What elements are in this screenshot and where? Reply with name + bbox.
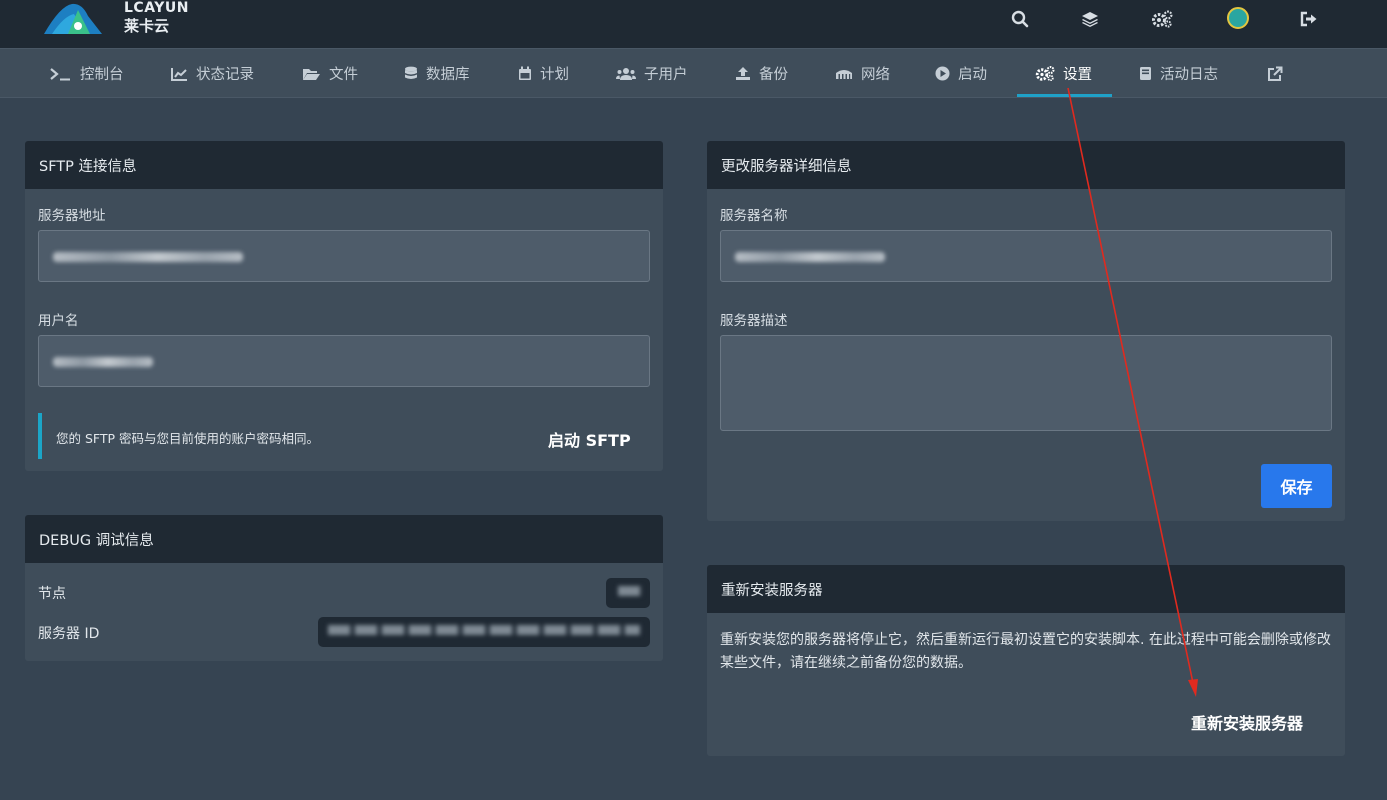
layers-icon[interactable] <box>1079 8 1101 30</box>
sftp-notice-text: 您的 SFTP 密码与您目前使用的账户密码相同。 <box>56 431 320 446</box>
tab-subusers[interactable]: 子用户 <box>616 49 688 98</box>
play-circle-icon <box>935 66 950 81</box>
top-bar: LCAYUN 莱卡云 <box>0 0 1387 48</box>
sign-out-icon[interactable] <box>1298 8 1320 30</box>
upload-icon <box>736 67 750 80</box>
tab-network-label: 网络 <box>861 67 890 83</box>
sftp-card: SFTP 连接信息 服务器地址 用户名 您的 SFTP 密码与您目前使用的账户密… <box>25 141 663 471</box>
server-description-label: 服务器描述 <box>720 313 788 329</box>
launch-sftp-button[interactable]: 启动 SFTP <box>548 427 631 451</box>
tab-databases-label: 数据库 <box>426 67 470 83</box>
cogs-icon <box>1035 66 1055 81</box>
avatar[interactable] <box>1227 7 1249 29</box>
tab-startup[interactable]: 启动 <box>935 49 987 98</box>
calendar-icon <box>519 66 531 80</box>
search-icon[interactable] <box>1009 8 1031 30</box>
server-address-input[interactable] <box>38 230 650 282</box>
save-button[interactable]: 保存 <box>1261 464 1332 508</box>
database-icon <box>405 66 417 79</box>
server-description-textarea[interactable] <box>720 335 1332 431</box>
username-input[interactable] <box>38 335 650 387</box>
users-icon <box>616 67 636 80</box>
tab-backups[interactable]: 备份 <box>735 49 788 98</box>
debug-card-title: DEBUG 调试信息 <box>25 515 663 563</box>
reinstall-server-button[interactable]: 重新安装服务器 <box>1191 710 1303 734</box>
tab-schedules[interactable]: 计划 <box>518 49 569 98</box>
logo-mountain-icon <box>44 3 102 34</box>
folder-open-icon <box>303 68 320 80</box>
active-tab-indicator <box>1017 94 1112 97</box>
debug-card: DEBUG 调试信息 节点 服务器 ID <box>25 515 663 661</box>
tab-files-label: 文件 <box>329 67 358 83</box>
tab-startup-label: 启动 <box>958 67 987 83</box>
logo-text: LCAYUN <box>124 0 189 16</box>
network-icon <box>836 69 852 79</box>
book-icon <box>1140 67 1151 80</box>
tab-settings[interactable]: 设置 <box>1035 49 1092 98</box>
tab-subusers-label: 子用户 <box>644 67 688 83</box>
tab-activity-log[interactable]: 活动日志 <box>1139 49 1218 98</box>
external-link-button[interactable] <box>1267 49 1291 98</box>
terminal-icon <box>50 67 70 80</box>
chart-line-icon <box>171 67 187 81</box>
reinstall-card-title: 重新安装服务器 <box>707 565 1345 613</box>
cogs-icon[interactable] <box>1151 8 1173 30</box>
server-nav: 控制台 状态记录 文件 数据库 计划 子用户 备份 网络 启动 设置 活动日志 <box>0 48 1387 98</box>
redacted-value <box>53 357 153 367</box>
tab-network[interactable]: 网络 <box>835 49 890 98</box>
tab-console[interactable]: 控制台 <box>50 49 124 98</box>
server-name-input[interactable] <box>720 230 1332 282</box>
node-label: 节点 <box>38 586 66 602</box>
tab-stats-label: 状态记录 <box>196 67 254 83</box>
tab-schedules-label: 计划 <box>540 67 569 83</box>
external-link-icon <box>1268 66 1283 81</box>
reinstall-card: 重新安装服务器 重新安装您的服务器将停止它，然后重新运行最初设置它的安装脚本. … <box>707 565 1345 756</box>
brand-logo[interactable]: LCAYUN 莱卡云 <box>42 0 192 38</box>
redacted-value <box>735 252 885 262</box>
tab-stats[interactable]: 状态记录 <box>171 49 254 98</box>
server-name-label: 服务器名称 <box>720 208 788 224</box>
tab-databases[interactable]: 数据库 <box>404 49 470 98</box>
reinstall-description: 重新安装您的服务器将停止它，然后重新运行最初设置它的安装脚本. 在此过程中可能会… <box>720 632 1331 671</box>
tab-activity-log-label: 活动日志 <box>1160 67 1218 83</box>
server-details-card: 更改服务器详细信息 服务器名称 服务器描述 保存 <box>707 141 1345 521</box>
server-id-value <box>318 617 650 647</box>
node-value <box>606 578 650 608</box>
logo-subtitle: 莱卡云 <box>124 17 170 35</box>
server-details-card-title: 更改服务器详细信息 <box>707 141 1345 189</box>
sftp-card-title: SFTP 连接信息 <box>25 141 663 189</box>
tab-backups-label: 备份 <box>759 67 788 83</box>
tab-files[interactable]: 文件 <box>302 49 358 98</box>
tab-settings-label: 设置 <box>1063 67 1092 83</box>
server-id-label: 服务器 ID <box>38 626 100 642</box>
tab-console-label: 控制台 <box>80 67 124 83</box>
redacted-value <box>53 252 243 262</box>
username-label: 用户名 <box>38 313 79 329</box>
server-address-label: 服务器地址 <box>38 208 106 224</box>
